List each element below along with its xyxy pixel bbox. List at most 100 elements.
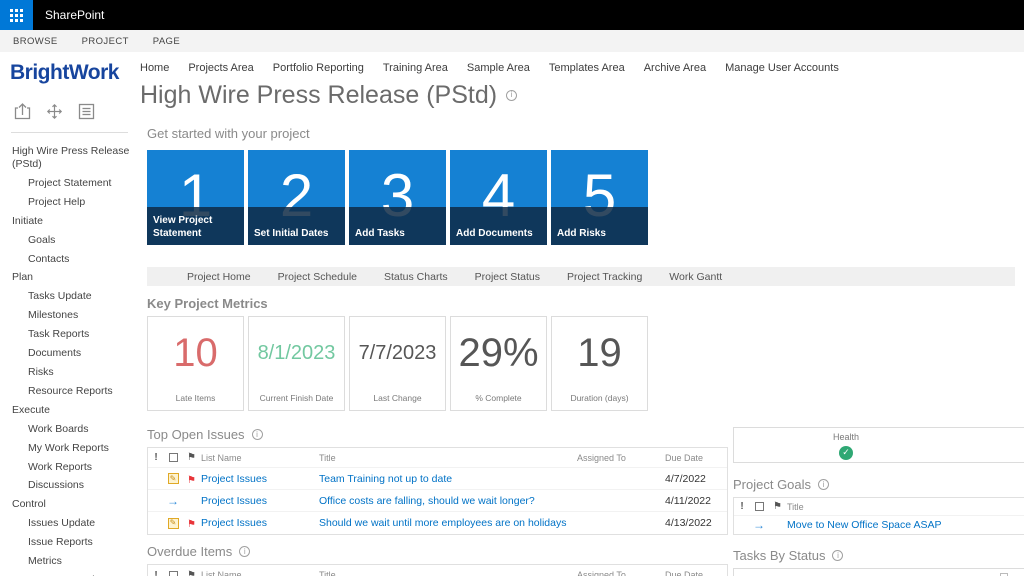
tab-status-charts[interactable]: Status Charts: [384, 271, 448, 283]
top-open-issues-title: Top Open Issues: [147, 427, 245, 442]
tile-add-documents[interactable]: 4 Add Documents: [450, 150, 547, 245]
column-due-date[interactable]: Due Date: [665, 453, 727, 463]
app-launcher-icon[interactable]: [0, 0, 33, 30]
tasks-by-status-chart: [733, 568, 1024, 576]
overdue-items-title: Overdue Items: [147, 544, 233, 559]
issue-title-link[interactable]: Team Training not up to date: [319, 473, 577, 485]
sidebar-item-work-boards[interactable]: Work Boards: [0, 420, 140, 439]
move-icon[interactable]: [45, 102, 64, 121]
sidebar-item-tasks-update[interactable]: Tasks Update: [0, 287, 140, 306]
issue-title-link[interactable]: Should we wait until more employees are …: [319, 517, 577, 529]
issue-title-link[interactable]: Office costs are falling, should we wait…: [319, 495, 577, 507]
list-name-link[interactable]: Project Issues: [201, 517, 319, 529]
sidebar-item-initiate[interactable]: Initiate: [0, 212, 140, 231]
table-header-row: List Name Title Assigned To Due Date: [148, 565, 727, 576]
info-icon[interactable]: [239, 546, 251, 557]
sidebar-item-execute[interactable]: Execute: [0, 401, 140, 420]
priority-icon[interactable]: [148, 452, 164, 463]
table-row: Project Issues Team Training not up to d…: [148, 468, 727, 490]
sidebar-item-project-home[interactable]: High Wire Press Release (PStd): [0, 142, 140, 174]
list-icon[interactable]: [77, 102, 96, 121]
column-list-name[interactable]: List Name: [201, 570, 319, 576]
table-header-row: Title: [734, 498, 1024, 516]
tab-project-status[interactable]: Project Status: [475, 271, 540, 283]
select-all-checkbox[interactable]: [164, 453, 182, 462]
sidebar-item-risks[interactable]: Risks: [0, 363, 140, 382]
info-icon[interactable]: [832, 550, 844, 561]
sidebar-item-goals[interactable]: Goals: [0, 231, 140, 250]
publish-icon[interactable]: [13, 102, 32, 121]
column-title[interactable]: Title: [319, 570, 577, 576]
column-title[interactable]: Title: [787, 502, 1024, 512]
flag-icon[interactable]: [182, 452, 201, 463]
priority-icon[interactable]: [734, 501, 750, 512]
sidebar-item-resource-reports[interactable]: Resource Reports: [0, 382, 140, 401]
column-due-date[interactable]: Due Date: [665, 570, 727, 576]
tile-label: Set Initial Dates: [254, 227, 329, 239]
goal-title-link[interactable]: Move to New Office Space ASAP: [787, 519, 1024, 531]
sidebar-item-plan[interactable]: Plan: [0, 269, 140, 288]
metric-label: Duration (days): [570, 393, 629, 403]
sidebar-item-documents[interactable]: Documents: [0, 344, 140, 363]
sidebar-item-milestones[interactable]: Milestones: [0, 306, 140, 325]
tile-add-risks[interactable]: 5 Add Risks: [551, 150, 648, 245]
column-list-name[interactable]: List Name: [201, 453, 319, 463]
edit-icon[interactable]: [164, 517, 182, 529]
health-cell: Health: [734, 428, 958, 460]
tab-project-schedule[interactable]: Project Schedule: [278, 271, 357, 283]
priority-icon[interactable]: [148, 570, 164, 576]
top-nav-training-area[interactable]: Training Area: [383, 62, 448, 74]
tile-view-project-statement[interactable]: 1 View Project Statement: [147, 150, 244, 245]
sidebar-item-status-reporting[interactable]: Status Reporting: [0, 571, 140, 576]
top-nav-templates-area[interactable]: Templates Area: [549, 62, 625, 74]
top-nav-portfolio-reporting[interactable]: Portfolio Reporting: [273, 62, 364, 74]
column-assigned-to[interactable]: Assigned To: [577, 453, 665, 463]
table-row: Project Issues Should we wait until more…: [148, 512, 727, 534]
suite-bar: SharePoint: [0, 0, 1024, 30]
select-all-checkbox[interactable]: [750, 502, 768, 511]
sidebar-item-issues-update[interactable]: Issues Update: [0, 514, 140, 533]
brightwork-logo[interactable]: BrightWork: [0, 52, 140, 85]
top-nav-home[interactable]: Home: [140, 62, 169, 74]
info-icon[interactable]: [818, 479, 830, 490]
sidebar-item-issue-reports[interactable]: Issue Reports: [0, 533, 140, 552]
edit-icon[interactable]: [164, 473, 182, 484]
sidebar-item-project-help[interactable]: Project Help: [0, 193, 140, 212]
sidebar-item-metrics[interactable]: Metrics: [0, 552, 140, 571]
top-nav-projects-area[interactable]: Projects Area: [188, 62, 253, 74]
list-name-link[interactable]: Project Issues: [201, 495, 319, 507]
ribbon-tab-project[interactable]: PROJECT: [82, 36, 129, 47]
metric-last-change: 7/7/2023 Last Change: [349, 316, 446, 411]
tab-project-home[interactable]: Project Home: [187, 271, 251, 283]
top-nav-sample-area[interactable]: Sample Area: [467, 62, 530, 74]
sidebar-item-control[interactable]: Control: [0, 495, 140, 514]
project-goals-heading: Project Goals: [733, 477, 1024, 492]
info-icon[interactable]: [506, 89, 518, 101]
ribbon-tab-browse[interactable]: BROWSE: [13, 36, 58, 47]
tile-add-tasks[interactable]: 3 Add Tasks: [349, 150, 446, 245]
top-nav-archive-area[interactable]: Archive Area: [644, 62, 706, 74]
sidebar-item-my-work-reports[interactable]: My Work Reports: [0, 439, 140, 458]
tab-work-gantt[interactable]: Work Gantt: [669, 271, 722, 283]
column-title[interactable]: Title: [319, 453, 577, 463]
ribbon-tab-page[interactable]: PAGE: [153, 36, 180, 47]
top-nav: Home Projects Area Portfolio Reporting T…: [140, 62, 1024, 74]
suite-bar-title[interactable]: SharePoint: [45, 8, 104, 22]
list-name-link[interactable]: Project Issues: [201, 473, 319, 485]
sidebar-item-task-reports[interactable]: Task Reports: [0, 325, 140, 344]
flag-icon[interactable]: [768, 501, 787, 512]
sidebar-item-work-reports[interactable]: Work Reports: [0, 458, 140, 477]
select-all-checkbox[interactable]: [164, 570, 182, 576]
sidebar-item-project-statement[interactable]: Project Statement: [0, 174, 140, 193]
tile-set-initial-dates[interactable]: 2 Set Initial Dates: [248, 150, 345, 245]
sidebar-item-discussions[interactable]: Discussions: [0, 477, 140, 496]
column-assigned-to[interactable]: Assigned To: [577, 570, 665, 576]
get-started-tiles: 1 View Project Statement 2 Set Initial D…: [147, 150, 1024, 245]
info-icon[interactable]: [251, 429, 263, 440]
sidebar-item-contacts[interactable]: Contacts: [0, 250, 140, 269]
top-nav-manage-user-accounts[interactable]: Manage User Accounts: [725, 62, 839, 74]
tab-project-tracking[interactable]: Project Tracking: [567, 271, 642, 283]
metric-value: 8/1/2023: [257, 341, 336, 364]
health-check-icon[interactable]: [839, 445, 853, 460]
flag-icon[interactable]: [182, 570, 201, 576]
